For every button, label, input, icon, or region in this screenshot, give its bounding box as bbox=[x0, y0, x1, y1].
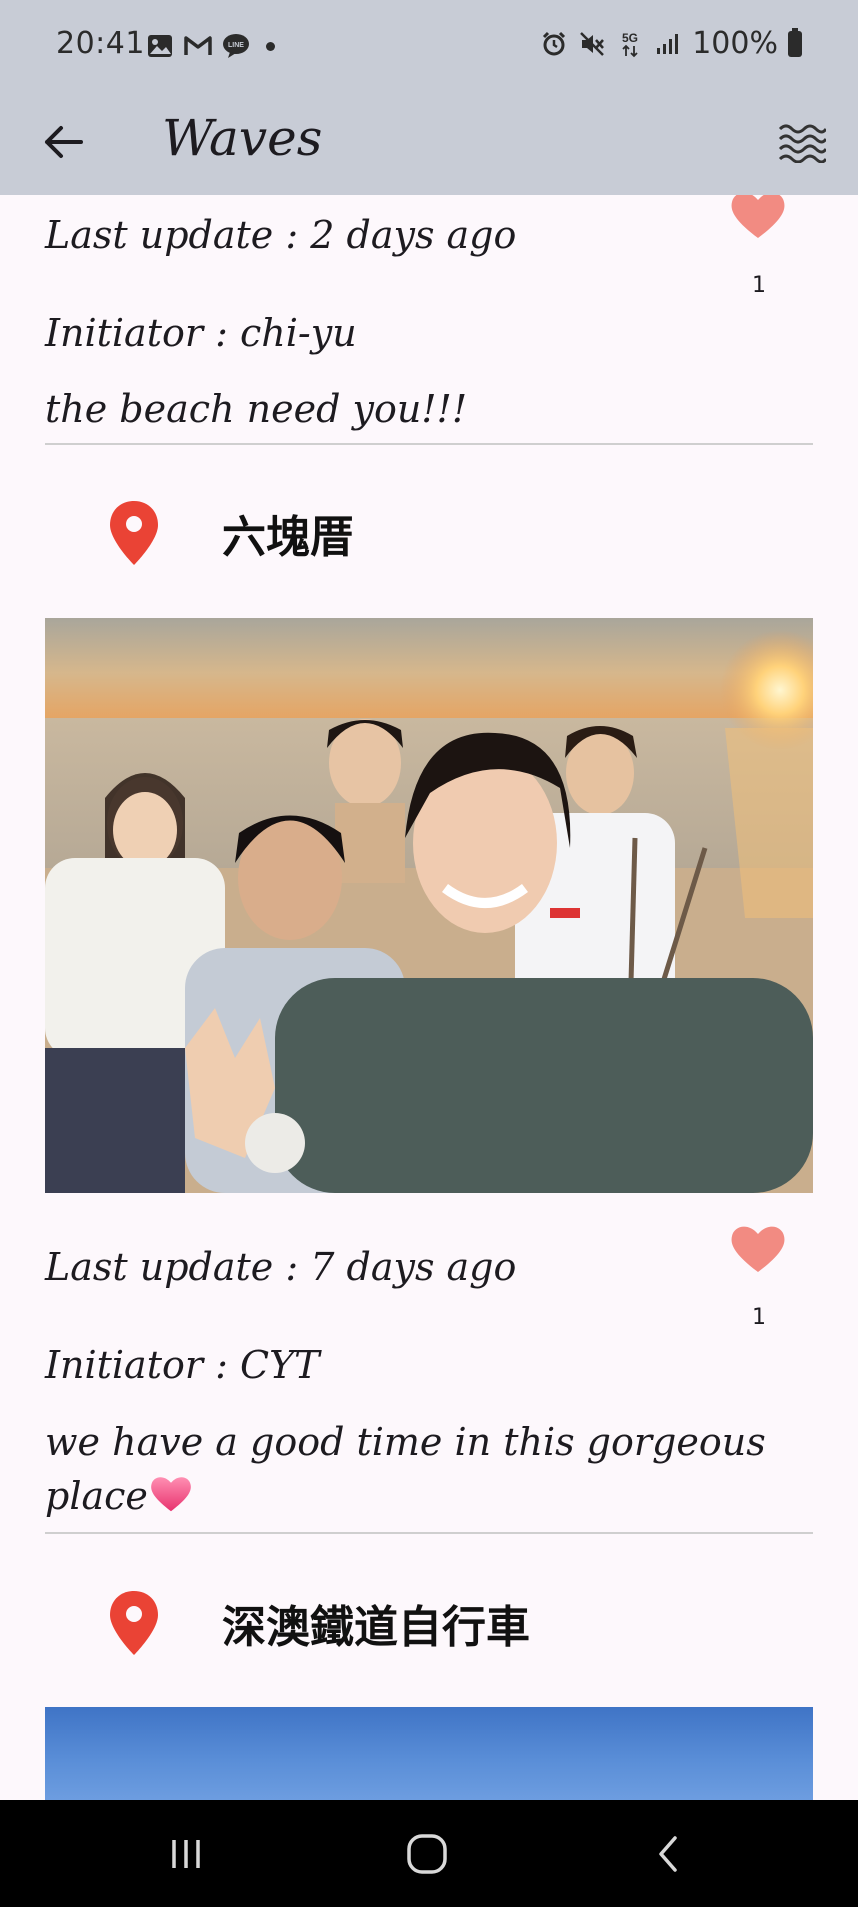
back-icon bbox=[659, 1836, 677, 1872]
signal-icon bbox=[654, 31, 682, 57]
beach-selfie-photo bbox=[45, 618, 813, 1193]
status-time: 20:41 bbox=[56, 26, 145, 61]
system-nav-bar bbox=[0, 1800, 858, 1907]
post-message: the beach need you!!! bbox=[45, 387, 468, 431]
post-feed[interactable]: 1 Last update : 2 days ago Initiator : c… bbox=[0, 195, 858, 1800]
like-button[interactable] bbox=[728, 1223, 788, 1275]
status-bar: 20:41 LINE 5G 100% bbox=[0, 0, 858, 95]
waves-icon bbox=[778, 124, 826, 163]
5g-icon: 5G bbox=[616, 31, 644, 57]
nav-back-button[interactable] bbox=[638, 1826, 698, 1882]
battery-icon bbox=[788, 27, 802, 57]
arrow-left-icon bbox=[45, 126, 83, 158]
heart-icon bbox=[731, 1226, 785, 1272]
heart-emoji-icon bbox=[150, 1473, 192, 1527]
post-divider bbox=[45, 443, 813, 445]
location-name[interactable]: 深澳鐵道自行車 bbox=[222, 1591, 530, 1655]
gmail-icon bbox=[184, 33, 212, 59]
post-message: we have a good time in this gorgeous pla… bbox=[45, 1415, 785, 1527]
initiator-text: Initiator : CYT bbox=[45, 1343, 320, 1387]
battery-percent: 100% bbox=[692, 26, 778, 61]
location-pin-icon bbox=[110, 501, 158, 565]
svg-text:LINE: LINE bbox=[228, 42, 244, 49]
home-button[interactable] bbox=[397, 1826, 457, 1882]
back-button[interactable] bbox=[38, 117, 88, 167]
page-title: Waves bbox=[162, 109, 323, 167]
last-update-text: Last update : 2 days ago bbox=[45, 213, 517, 257]
last-update-text: Last update : 7 days ago bbox=[45, 1245, 517, 1289]
post-divider bbox=[45, 1532, 813, 1534]
like-count: 1 bbox=[752, 1305, 766, 1330]
initiator-text: Initiator : chi-yu bbox=[45, 311, 357, 355]
svg-text:5G: 5G bbox=[622, 31, 638, 45]
waves-menu-button[interactable] bbox=[772, 113, 832, 173]
top-bar-area: 20:41 LINE 5G 100% Waves bbox=[0, 0, 858, 195]
more-notifications-dot bbox=[266, 41, 275, 51]
like-count: 1 bbox=[752, 273, 766, 298]
like-button[interactable] bbox=[728, 195, 788, 241]
notification-icons: LINE bbox=[146, 33, 275, 59]
recents-button[interactable] bbox=[156, 1826, 216, 1882]
recents-icon bbox=[172, 1840, 200, 1868]
line-icon: LINE bbox=[222, 33, 250, 59]
alarm-icon bbox=[540, 31, 568, 57]
gallery-icon bbox=[146, 33, 174, 59]
post-photo[interactable] bbox=[45, 1707, 813, 1800]
post-photo[interactable] bbox=[45, 618, 813, 1193]
mute-icon bbox=[578, 31, 606, 57]
location-name[interactable]: 六塊厝 bbox=[222, 501, 354, 565]
heart-icon bbox=[731, 195, 785, 238]
home-icon bbox=[407, 1834, 447, 1874]
location-pin-icon bbox=[110, 1591, 158, 1655]
system-icons: 5G 100% bbox=[540, 26, 802, 61]
app-bar: Waves bbox=[0, 95, 858, 195]
